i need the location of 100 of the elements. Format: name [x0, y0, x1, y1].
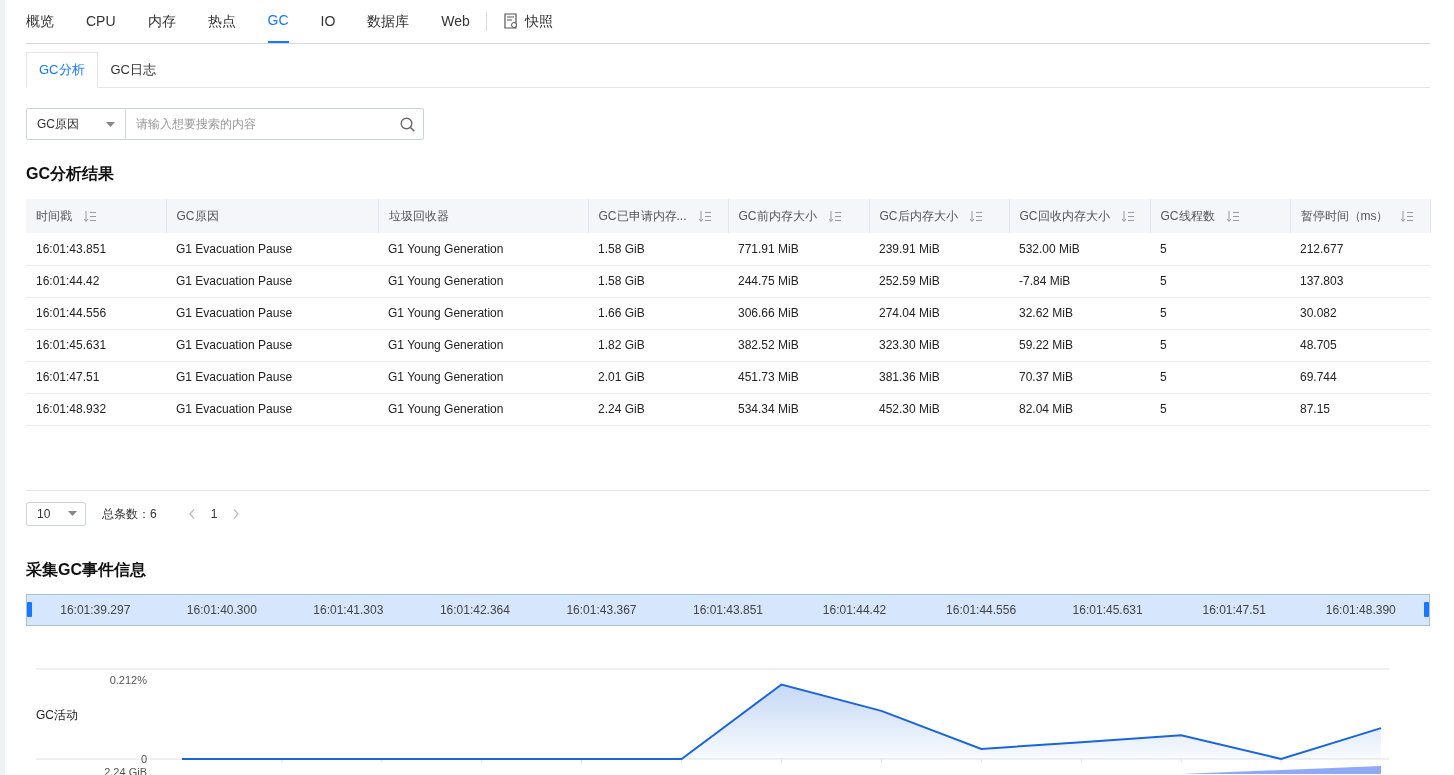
timeline-label: 16:01:48.390 [1325, 601, 1396, 619]
timeline-bar[interactable]: 16:01:39.297 16:01:40.300 16:01:41.303 16:01:42.364 16:01:43.367 16:01:43.851 16:01:44.42 16:01:44.556 16:01:45.631 16:01:47.51 16:01:48.390 [26, 593, 1430, 626]
timeline-label: 16:01:44.556 [946, 601, 1017, 619]
axis-label: 0 [140, 752, 147, 765]
timeline-label: 16:01:47.51 [1202, 601, 1266, 619]
table-cell: G1 Young Generation [388, 402, 504, 416]
table-cell: 5 [1160, 274, 1167, 288]
table-cell: 32.62 MiB [1019, 306, 1074, 320]
table-cell: 87.15 [1300, 402, 1331, 416]
timeline-label: 16:01:43.367 [566, 601, 637, 619]
sub-tab[interactable]: GC分析 [26, 52, 98, 88]
table-cell: G1 Evacuation Pause [176, 338, 293, 352]
column-header: GC已申请内存... [598, 208, 687, 225]
snapshot-tab[interactable]: 快照 [486, 0, 569, 44]
column-header: 暂停时间（ms） [1300, 208, 1389, 225]
timeline-label: 16:01:44.42 [822, 601, 887, 619]
range-handle[interactable] [27, 602, 32, 617]
page-number[interactable]: 1 [210, 504, 218, 523]
table-cell: 5 [1160, 370, 1167, 384]
column-header: 垃圾回收器 [388, 208, 449, 225]
table-cell: G1 Evacuation Pause [176, 241, 293, 256]
table-cell: 5 [1160, 338, 1167, 352]
table-cell: G1 Evacuation Pause [176, 370, 293, 384]
nav-tab[interactable]: 概览 [26, 0, 70, 44]
chevron-right-icon [233, 508, 240, 519]
table-cell: 16:01:44.556 [36, 306, 107, 320]
nav-tab[interactable]: GC [267, 0, 289, 43]
column-header: GC线程数 [1160, 208, 1215, 225]
nav-tab[interactable]: 热点 [191, 0, 252, 44]
timeline-label: 16:01:39.297 [60, 601, 131, 619]
table-cell: 239.91 MiB [879, 241, 940, 256]
table-cell: G1 Young Generation [388, 241, 504, 256]
table-cell: G1 Evacuation Pause [176, 306, 293, 320]
table-cell: 1.66 GiB [598, 306, 645, 320]
total-count: 总条数：6 [102, 505, 157, 523]
table-cell: 16:01:48.932 [36, 402, 107, 416]
timeline-label: 16:01:43.851 [692, 601, 764, 619]
table-cell: G1 Young Generation [388, 306, 504, 320]
table-cell: 5 [1160, 306, 1167, 320]
nav-tab[interactable]: Web [425, 0, 486, 44]
column-header: GC原因 [176, 208, 219, 225]
table-cell: 1.58 GiB [598, 274, 645, 288]
table-cell: G1 Evacuation Pause [176, 402, 293, 416]
chevron-left-icon [188, 508, 195, 519]
table-cell: 16:01:47.51 [36, 370, 100, 384]
table-cell: 30.082 [1300, 306, 1337, 320]
table-cell: 1.82 GiB [598, 338, 645, 352]
table-cell: 532.00 MiB [1019, 241, 1080, 256]
table-cell: 48.705 [1300, 338, 1337, 352]
axis-label: 0.212% [109, 673, 147, 686]
table-cell: 771.91 MiB [738, 241, 799, 256]
table-cell: 70.37 MiB [1019, 370, 1074, 384]
timeline-label: 16:01:45.631 [1072, 601, 1143, 619]
table-cell: 5 [1160, 241, 1167, 256]
sub-tab[interactable]: GC日志 [97, 52, 169, 87]
column-header: GC后内存大小 [879, 208, 958, 225]
table-cell: 451.73 MiB [738, 370, 799, 384]
nav-tab[interactable]: CPU [70, 0, 132, 44]
nav-tab[interactable]: 数据库 [351, 0, 426, 44]
table-cell: 452.30 MiB [879, 402, 940, 416]
column-header: 时间戳 [36, 208, 72, 225]
section-title: GC分析结果 [26, 164, 115, 184]
table-cell: 2.01 GiB [598, 370, 645, 384]
table-cell: 16:01:43.851 [36, 241, 107, 256]
table-cell: G1 Young Generation [388, 338, 504, 352]
table-cell: 252.59 MiB [879, 274, 940, 288]
axis-label: 2.24 GiB [103, 765, 147, 775]
nav-tab[interactable]: 内存 [131, 0, 192, 44]
timeline-label: 16:01:42.364 [439, 601, 510, 619]
table-cell: 16:01:44.42 [36, 274, 100, 288]
table-cell: 381.36 MiB [879, 370, 940, 384]
table-cell: 82.04 MiB [1019, 402, 1074, 416]
nav-tab[interactable]: IO [304, 0, 352, 44]
table-cell: 59.22 MiB [1019, 338, 1074, 352]
table-cell: 16:01:45.631 [36, 338, 107, 352]
table-cell: 137.803 [1300, 274, 1344, 288]
table-cell: 323.30 MiB [879, 338, 940, 352]
chart-label: GC活动 [36, 707, 78, 722]
table-cell: 212.677 [1300, 241, 1344, 256]
table-cell: G1 Young Generation [388, 370, 504, 384]
section-title: 采集GC事件信息 [26, 559, 147, 580]
timeline-label: 16:01:40.300 [186, 601, 257, 619]
column-header: GC回收内存大小 [1019, 208, 1110, 225]
page-size-select[interactable]: 10 [26, 501, 86, 526]
table-cell: 382.52 MiB [738, 338, 799, 352]
table-cell: 534.34 MiB [738, 402, 799, 416]
document-icon [502, 13, 519, 29]
table-cell: 306.66 MiB [738, 306, 799, 320]
table-cell: -7.84 MiB [1019, 274, 1071, 288]
table-cell: 244.75 MiB [738, 274, 799, 288]
range-handle[interactable] [1424, 602, 1429, 617]
caret-icon [68, 511, 77, 516]
table-cell: 2.24 GiB [598, 402, 645, 416]
column-header: GC前内存大小 [738, 208, 817, 225]
table-cell: 1.58 GiB [598, 241, 645, 256]
table-cell: G1 Young Generation [388, 274, 504, 288]
timeline-label: 16:01:41.303 [313, 601, 384, 619]
table-cell: 5 [1160, 402, 1167, 416]
table-cell: 274.04 MiB [879, 306, 940, 320]
table-cell: G1 Evacuation Pause [176, 274, 293, 288]
